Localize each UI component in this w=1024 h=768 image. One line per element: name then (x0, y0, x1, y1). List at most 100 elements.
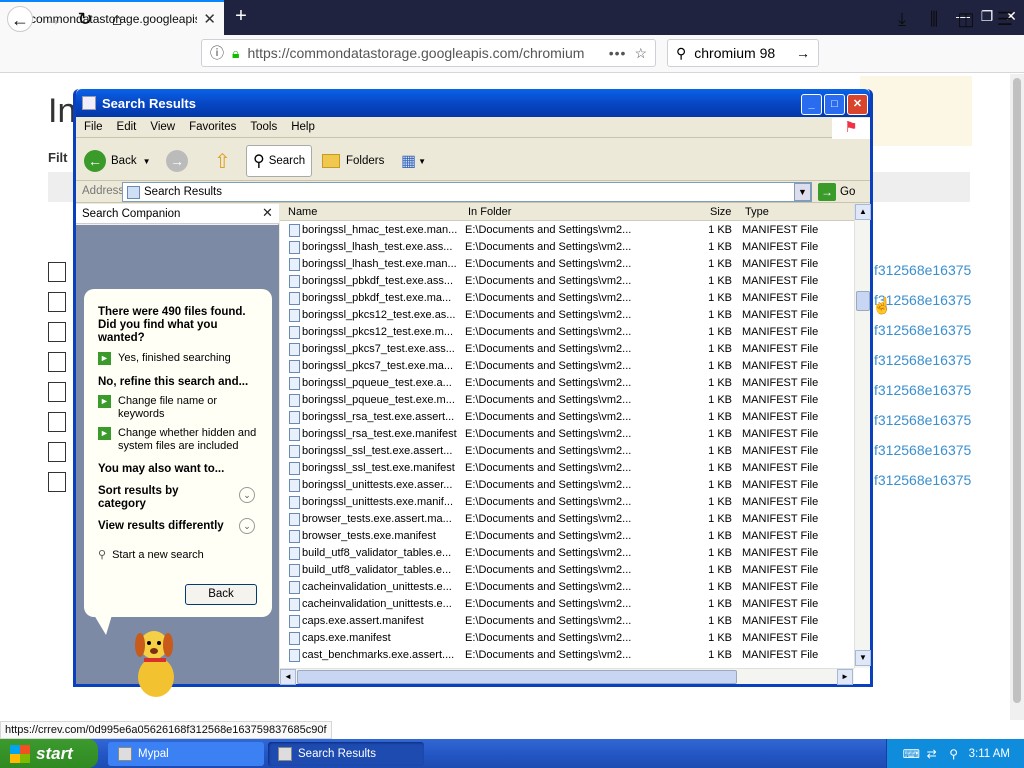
menu-edit[interactable]: Edit (117, 121, 137, 133)
table-row[interactable]: boringssl_pkcs7_test.exe.ass... E:\Docume… (280, 341, 854, 358)
dropdown-arrow-icon[interactable]: ▼ (143, 157, 151, 166)
page-actions-icon[interactable]: ••• (609, 45, 627, 61)
change-filename-option[interactable]: ► Change file name or keywords (98, 395, 258, 421)
commit-link[interactable]: f312568e16375 (874, 262, 971, 278)
menu-tools[interactable]: Tools (250, 121, 277, 133)
table-row[interactable]: boringssl_pbkdf_test.exe.ma... E:\Documen… (280, 290, 854, 307)
close-icon[interactable]: ✕ (847, 94, 868, 115)
address-dropdown-icon[interactable]: ▼ (794, 183, 811, 201)
bookmark-star-icon[interactable]: ☆ (634, 45, 647, 62)
search-input[interactable]: chromium 98 (694, 45, 796, 61)
chevron-down-icon[interactable]: ⌄ (239, 487, 255, 503)
folders-button[interactable]: Folders (322, 145, 384, 177)
scroll-thumb[interactable] (856, 291, 870, 311)
network-icon[interactable]: ⇄ (925, 747, 939, 761)
taskbar-item-mypal[interactable]: Mypal (108, 742, 264, 766)
downloads-icon[interactable]: ⤓ (889, 6, 915, 32)
horizontal-scrollbar[interactable]: ◄ ► (280, 668, 854, 685)
scroll-right-icon[interactable]: ► (837, 669, 853, 685)
url-text[interactable]: https://commondatastorage.googleapis.com… (247, 45, 600, 61)
table-row[interactable]: boringssl_unittests.exe.manif... E:\Docum… (280, 494, 854, 511)
table-row[interactable]: boringssl_ssl_test.exe.assert... E:\Docum… (280, 443, 854, 460)
taskbar-item-search-results[interactable]: Search Results (268, 742, 424, 766)
table-row[interactable]: boringssl_rsa_test.exe.manifest E:\Docume… (280, 426, 854, 443)
table-row[interactable]: caps.exe.manifest E:\Documents and Settin… (280, 630, 854, 647)
maximize-icon[interactable]: □ (824, 94, 845, 115)
search-go-arrow-icon[interactable]: → (796, 45, 810, 61)
companion-close-icon[interactable]: ✕ (262, 205, 273, 221)
back-button[interactable]: ← Back ▼ (84, 145, 151, 177)
close-tab-icon[interactable]: ✕ (203, 10, 216, 28)
up-folder-icon[interactable]: ⇧ (214, 145, 231, 177)
keyboard-icon[interactable]: ⌨ (903, 747, 920, 761)
column-name[interactable]: Name (288, 206, 317, 218)
commit-link[interactable]: f312568e16375 (874, 442, 971, 458)
window-title-bar[interactable]: Search Results (76, 89, 870, 117)
h-scroll-thumb[interactable] (297, 670, 737, 684)
view-differently-option[interactable]: View results differently (98, 520, 224, 533)
address-field[interactable]: Search Results (122, 182, 812, 202)
table-row[interactable]: boringssl_pkcs12_test.exe.as... E:\Docume… (280, 307, 854, 324)
table-row[interactable]: boringssl_pkcs7_test.exe.ma... E:\Documen… (280, 358, 854, 375)
menu-file[interactable]: File (84, 121, 103, 133)
table-row[interactable]: build_utf8_validator_tables.e... E:\Docum… (280, 545, 854, 562)
table-row[interactable]: caps.exe.assert.manifest E:\Documents and… (280, 613, 854, 630)
chevron-down-icon[interactable]: ⌄ (239, 518, 255, 534)
go-button[interactable]: → Go (818, 182, 855, 202)
url-bar[interactable]: ⓘ 🔒︎ https://commondatastorage.googleapi… (201, 39, 656, 67)
table-row[interactable]: boringssl_hmac_test.exe.man... E:\Documen… (280, 222, 854, 239)
table-row[interactable]: cacheinvalidation_unittests.e... E:\Docum… (280, 596, 854, 613)
table-row[interactable]: browser_tests.exe.manifest E:\Documents a… (280, 528, 854, 545)
reload-icon[interactable]: ↻ (72, 6, 98, 32)
menu-help[interactable]: Help (291, 121, 315, 133)
search-box[interactable]: ⚲ chromium 98 → (667, 39, 819, 67)
table-row[interactable]: browser_tests.exe.assert.ma... E:\Documen… (280, 511, 854, 528)
minimize-icon[interactable]: _ (801, 94, 822, 115)
table-row[interactable]: boringssl_lhash_test.exe.ass... E:\Docume… (280, 239, 854, 256)
new-tab-button[interactable]: + (230, 5, 252, 27)
scroll-up-icon[interactable]: ▲ (855, 204, 871, 220)
home-icon[interactable]: ⌂ (104, 6, 130, 32)
info-icon[interactable]: ⓘ (210, 43, 224, 63)
table-row[interactable]: cast_benchmarks.exe.assert.... E:\Documen… (280, 647, 854, 664)
search-tray-icon[interactable]: ⚲ (947, 747, 961, 761)
search-dog-icon[interactable] (126, 625, 186, 699)
vertical-scrollbar[interactable]: ▲ ▼ (854, 204, 871, 668)
table-row[interactable]: boringssl_pqueue_test.exe.m... E:\Documen… (280, 392, 854, 409)
page-scrollbar[interactable] (1010, 74, 1024, 720)
table-row[interactable]: boringssl_rsa_test.exe.assert... E:\Docum… (280, 409, 854, 426)
column-size[interactable]: Size (710, 206, 731, 218)
hidden-files-option[interactable]: ► Change whether hidden and system files… (98, 427, 258, 453)
commit-link[interactable]: f312568e16375 (874, 472, 971, 488)
forward-button[interactable]: → (166, 145, 193, 177)
table-row[interactable]: cacheinvalidation_unittests.e... E:\Docum… (280, 579, 854, 596)
forward-arrow-icon[interactable]: → (40, 6, 66, 32)
sidebar-icon[interactable]: ◫ (953, 6, 979, 32)
table-row[interactable]: boringssl_unittests.exe.asser... E:\Docum… (280, 477, 854, 494)
table-row[interactable]: boringssl_ssl_test.exe.manifest E:\Docume… (280, 460, 854, 477)
table-row[interactable]: boringssl_lhash_test.exe.man... E:\Docume… (280, 256, 854, 273)
back-arrow-icon[interactable]: ← (7, 6, 33, 32)
column-type[interactable]: Type (745, 206, 769, 218)
scroll-down-icon[interactable]: ▼ (855, 650, 871, 666)
menu-favorites[interactable]: Favorites (189, 121, 236, 133)
menu-icon[interactable]: ☰ (992, 6, 1018, 32)
new-search-option[interactable]: ⚲ Start a new search (98, 549, 204, 562)
start-button[interactable]: start (0, 739, 98, 768)
commit-link[interactable]: f312568e16375 (874, 352, 971, 368)
commit-link[interactable]: f312568e16375 (874, 382, 971, 398)
table-row[interactable]: build_utf8_validator_tables.e... E:\Docum… (280, 562, 854, 579)
search-button[interactable]: ⚲ Search (246, 145, 313, 177)
sort-results-option[interactable]: Sort results by category (98, 485, 208, 511)
table-row[interactable]: boringssl_pbkdf_test.exe.ass... E:\Docume… (280, 273, 854, 290)
scroll-left-icon[interactable]: ◄ (280, 669, 296, 685)
menu-view[interactable]: View (150, 121, 175, 133)
column-in-folder[interactable]: In Folder (468, 206, 511, 218)
companion-back-button[interactable]: Back (185, 584, 257, 605)
commit-link[interactable]: f312568e16375 (874, 322, 971, 338)
table-row[interactable]: boringssl_pkcs12_test.exe.m... E:\Documen… (280, 324, 854, 341)
library-icon[interactable]: ⫼ (921, 6, 947, 32)
commit-link[interactable]: f312568e16375 (874, 412, 971, 428)
views-button[interactable]: ▦ ▼ (401, 145, 426, 177)
table-row[interactable]: boringssl_pqueue_test.exe.a... E:\Documen… (280, 375, 854, 392)
